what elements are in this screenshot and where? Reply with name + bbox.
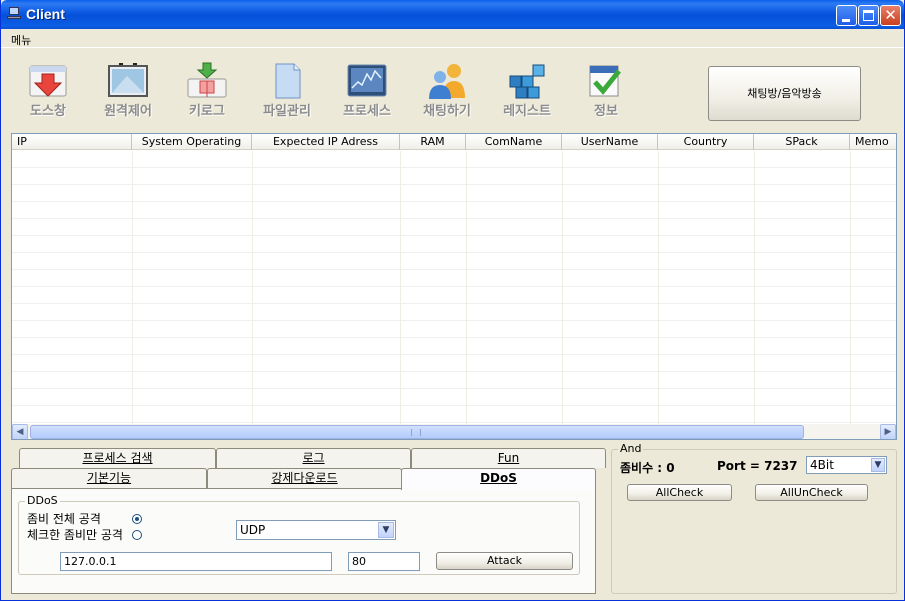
column-header-country[interactable]: Country [658, 134, 754, 150]
tab-force-download[interactable]: 강제다운로드 [207, 468, 402, 488]
users-chat-icon [429, 64, 465, 99]
scroll-left-button[interactable]: ◀ [12, 424, 28, 439]
ddos-tab-panel: DDoS 좀비 전체 공격 체크한 좀비만 공격 UDP ▼ 127.0.0.1… [11, 488, 596, 594]
toolbar-keylog-button[interactable]: 키로그 [169, 54, 245, 124]
scroll-right-button[interactable]: ▶ [880, 424, 896, 439]
file-icon [275, 63, 301, 99]
toolbar-label: 레지스트 [503, 104, 551, 119]
toolbar-label: 채팅하기 [423, 104, 471, 119]
toolbar-label: 파일관리 [263, 104, 311, 119]
column-divider [754, 151, 755, 424]
grip-icon [411, 429, 421, 436]
tab-ddos[interactable]: DDoS [401, 468, 596, 490]
list-body[interactable] [12, 151, 896, 424]
protocol-select[interactable]: UDP ▼ [236, 520, 396, 540]
column-header-username[interactable]: UserName [562, 134, 658, 150]
toolbar-process-button[interactable]: 프로세스 [329, 54, 405, 124]
column-header-memo[interactable]: Memo [850, 134, 896, 150]
bit-value: 4Bit [810, 458, 834, 472]
chart-monitor-icon [347, 64, 387, 97]
menu-bar: 메뉴 [1, 29, 904, 48]
minimize-button[interactable] [836, 5, 857, 26]
column-divider [466, 151, 467, 424]
column-divider [850, 151, 851, 424]
tab-fun[interactable]: Fun [411, 448, 606, 468]
registry-cubes-icon [509, 64, 545, 99]
ddos-group-title: DDoS [25, 494, 60, 507]
protocol-value: UDP [240, 523, 266, 537]
target-ip-input[interactable]: 127.0.0.1 [60, 552, 332, 571]
close-icon: ✕ [884, 6, 897, 24]
title-bar[interactable]: Client ✕ [1, 0, 904, 29]
toolbar-file-button[interactable]: 파일관리 [249, 54, 325, 124]
tab-process-search[interactable]: 프로세스 검색 [19, 448, 216, 468]
toolbar-label: 키로그 [189, 104, 225, 119]
column-header-comname[interactable]: ComName [466, 134, 562, 150]
app-window: Client ✕ 메뉴 도스창 원격제어 키로그 파일관리 프로세스 채팅하기 … [0, 0, 905, 601]
toolbar-chat-button[interactable]: 채팅하기 [409, 54, 485, 124]
toolbar-registry-button[interactable]: 레지스트 [489, 54, 565, 124]
maximize-icon [863, 10, 874, 21]
tab-log[interactable]: 로그 [216, 448, 411, 468]
column-header-ram[interactable]: RAM [400, 134, 466, 150]
radio-all-zombies[interactable] [132, 514, 142, 524]
list-header: IP System Operating Expected IP Adress R… [12, 134, 896, 150]
client-list[interactable]: IP System Operating Expected IP Adress R… [11, 133, 897, 440]
toolbar-label: 도스창 [30, 104, 66, 119]
column-header-os[interactable]: System Operating [132, 134, 252, 150]
window-title: Client [26, 6, 65, 22]
toolbar-label: 원격제어 [104, 104, 152, 119]
chevron-down-icon[interactable]: ▼ [378, 522, 394, 538]
column-header-expected-ip[interactable]: Expected IP Adress [252, 134, 400, 150]
monitor-icon [108, 63, 148, 97]
keyboard-arrow-icon [187, 62, 227, 98]
column-divider [252, 151, 253, 424]
maximize-button[interactable] [858, 5, 879, 26]
column-divider [132, 151, 133, 424]
horizontal-scrollbar[interactable]: ◀ ▶ [12, 424, 896, 439]
all-uncheck-button[interactable]: AllUnCheck [755, 484, 868, 501]
status-group-title: And [618, 442, 644, 455]
scroll-thumb[interactable] [30, 425, 804, 439]
zombie-count-label: 좀비수 : 0 [620, 461, 675, 475]
calendar-check-icon [589, 65, 621, 97]
column-header-ip[interactable]: IP [12, 134, 132, 150]
minimize-icon [842, 19, 850, 22]
attack-button[interactable]: Attack [436, 552, 573, 570]
column-divider [400, 151, 401, 424]
close-button[interactable]: ✕ [880, 5, 901, 26]
port-label: Port = 7237 [717, 459, 798, 473]
target-port-input[interactable]: 80 [348, 552, 420, 571]
ddos-groupbox: DDoS 좀비 전체 공격 체크한 좀비만 공격 UDP ▼ 127.0.0.1… [18, 494, 580, 575]
computer-icon [7, 7, 21, 20]
chat-music-button[interactable]: 채팅방/음악방송 [708, 66, 861, 121]
chevron-down-icon[interactable]: ▼ [871, 458, 885, 472]
toolbar-label: 프로세스 [343, 104, 391, 119]
radio-checked-zombies[interactable] [132, 530, 142, 540]
column-divider [658, 151, 659, 424]
column-header-spack[interactable]: SPack [754, 134, 850, 150]
bit-select[interactable]: 4Bit ▼ [806, 456, 887, 474]
menu-item-main[interactable]: 메뉴 [11, 32, 31, 48]
toolbar-remote-button[interactable]: 원격제어 [90, 54, 166, 124]
toolbar-dos-button[interactable]: 도스창 [10, 54, 86, 124]
radio-checked-label[interactable]: 체크한 좀비만 공격 [27, 526, 123, 543]
radio-all-label[interactable]: 좀비 전체 공격 [27, 510, 101, 527]
toolbar-label: 정보 [594, 104, 618, 119]
tab-basic[interactable]: 기본기능 [11, 468, 207, 488]
all-check-button[interactable]: AllCheck [627, 484, 732, 501]
column-divider [562, 151, 563, 424]
download-box-icon [29, 65, 67, 97]
toolbar-info-button[interactable]: 정보 [568, 54, 644, 124]
